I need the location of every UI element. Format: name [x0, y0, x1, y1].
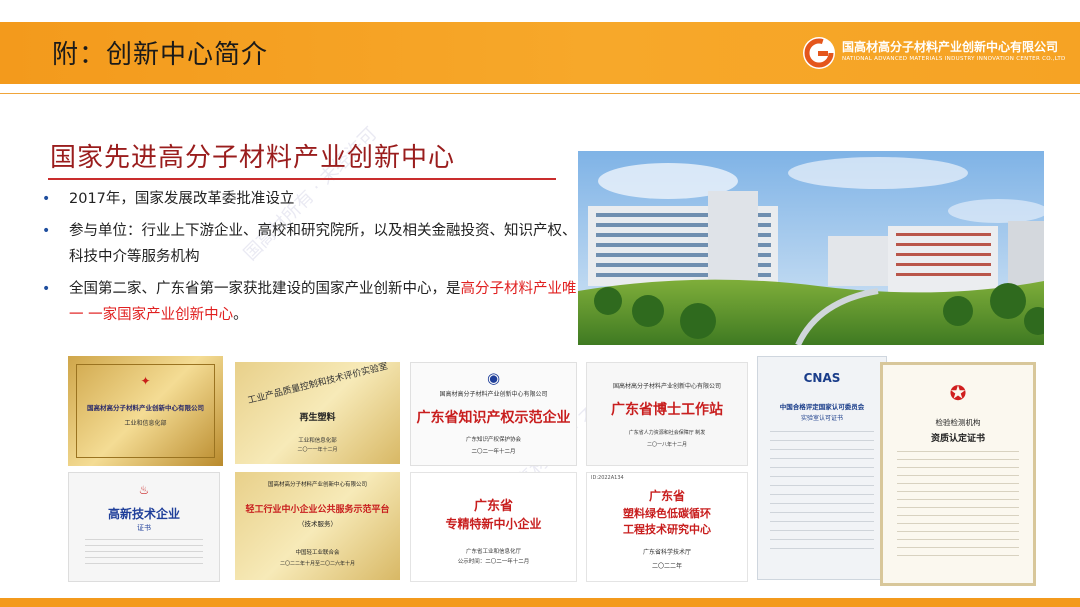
plaque-issuer: 工业和信息化部	[298, 438, 337, 444]
bullet-text: 2017年，国家发展改革委批准设立	[69, 191, 295, 207]
logo-chinese-name: 国高材高分子材料产业创新中心有限公司	[842, 40, 1059, 54]
bullet-text-end: 。	[233, 307, 248, 323]
cert-org: 国高材高分子材料产业创新中心有限公司	[439, 391, 548, 398]
cert-line1: 广东省	[648, 489, 685, 503]
company-logo: 国高材高分子材料产业创新中心有限公司 NATIONAL ADVANCED MAT…	[802, 36, 1065, 72]
cert-issuer: 广东省人力资源和社会保障厅 制发	[628, 430, 706, 436]
cert-date: 二〇二一年十二月	[471, 449, 516, 455]
cert-org: 国高材高分子材料产业创新中心有限公司	[612, 383, 721, 390]
certificate-postdoc-station: 国高材高分子材料产业创新中心有限公司 广东省博士工作站 广东省人力资源和社会保障…	[586, 362, 748, 466]
cert-title: 高新技术企业	[107, 507, 180, 521]
bullet-dot-icon: •	[42, 191, 51, 207]
header-divider	[0, 93, 1080, 94]
cert-org: 国高材高分子材料产业创新中心有限公司	[267, 482, 367, 488]
cert-date: 二〇二二年	[651, 563, 682, 570]
cnas-brand: CNAS	[803, 371, 841, 385]
logo-english-name: NATIONAL ADVANCED MATERIALS INDUSTRY INN…	[842, 56, 1066, 62]
cert-issuer: 中国轻工业联合会	[295, 550, 340, 556]
cert-line2: 专精特新中小企业	[445, 517, 542, 531]
cert-body-lines	[85, 539, 203, 569]
cert-line1: 广东省	[473, 499, 513, 514]
certificate-hightech: ♨ 高新技术企业 证书	[68, 472, 220, 582]
badge-emblem-icon: ◉	[486, 369, 501, 387]
page-title: 附：创新中心简介	[52, 40, 269, 70]
title-underline	[48, 178, 556, 180]
section-title: 国家先进高分子材料产业创新中心	[50, 143, 456, 173]
cert-title: 轻工行业中小企业公共服务示范平台	[245, 505, 390, 515]
cert-issuer: 广东知识产权保护协会	[465, 437, 521, 443]
cert-date: 二〇二二年十月至二〇二六年十月	[279, 561, 355, 567]
cert-line3: 工程技术研究中心	[623, 523, 711, 536]
g-circle-logo-icon	[803, 37, 835, 69]
certificate-cnas: CNAS 中国合格评定国家认可委员会 实验室认可证书	[757, 356, 887, 580]
bullet-dot-icon: •	[42, 223, 51, 239]
header-bar: 附：创新中心简介 国高材高分子材料产业创新中心有限公司 NATIONAL ADV…	[0, 22, 1080, 84]
cma-line1: 检验检测机构	[935, 418, 981, 427]
cert-sub: 证书	[137, 524, 151, 532]
certificate-cma: ✪ 检验检测机构 资质认定证书	[880, 362, 1036, 586]
certificate-plaque-gold: ✦ 国高材高分子材料产业创新中心有限公司 工业和信息化部	[68, 356, 223, 466]
flame-emblem-icon: ♨	[138, 483, 150, 497]
national-emblem-icon: ✪	[949, 381, 967, 405]
cert-date: 公示时间：二〇二一年十二月	[457, 559, 530, 565]
bullet-list: • 2017年，国家发展改革委批准设立 • 参与单位：行业上下游企业、高校和研究…	[42, 186, 577, 334]
cert-issuer: 广东省科学技术厅	[642, 549, 691, 556]
certificate-ip-demo: ◉ 国高材高分子材料产业创新中心有限公司 广东省知识产权示范企业 广东知识产权保…	[410, 362, 577, 466]
bullet-item: • 全国第二家、广东省第一家获批建设的国家产业创新中心，是高分子材料产业唯一 一…	[42, 276, 577, 328]
cert-body-lines	[897, 451, 1019, 561]
certificate-lab-plaque: 工业产品质量控制和技术评价实验室 再生塑料 工业和信息化部 二〇一一年十二月	[235, 362, 400, 464]
plaque-emblem-icon: ✦	[140, 374, 151, 388]
cnas-line1: 中国合格评定国家认可委员会	[779, 403, 865, 411]
cert-body-lines	[770, 431, 874, 551]
cma-line2: 资质认定证书	[930, 434, 985, 444]
cert-sub: （技术服务）	[298, 520, 337, 528]
bullet-text: 全国第二家、广东省第一家获批建设的国家产业创新中心，是	[69, 281, 461, 297]
campus-photo	[578, 151, 1044, 345]
cert-date: 二〇一八年十二月	[646, 442, 687, 448]
bullet-text: 参与单位：行业上下游企业、高校和研究院所，以及相关金融投资、知识产权、科技中介等…	[69, 223, 577, 265]
cert-issuer: 广东省工业和信息化厅	[465, 549, 521, 555]
plaque-issuer: 工业和信息化部	[124, 420, 167, 427]
plaque-org: 国高材高分子材料产业创新中心有限公司	[87, 404, 204, 412]
cert-title: 广东省知识产权示范企业	[416, 410, 571, 426]
cert-line2: 塑料绿色低碳循环	[623, 507, 711, 520]
certificate-light-industry: 国高材高分子材料产业创新中心有限公司 轻工行业中小企业公共服务示范平台 （技术服…	[235, 472, 400, 580]
bullet-dot-icon: •	[42, 281, 51, 297]
bullet-item: • 2017年，国家发展改革委批准设立	[42, 186, 577, 212]
plaque-arc-title: 工业产品质量控制和技术评价实验室	[246, 362, 389, 407]
certificate-specialized-sme: 广东省 专精特新中小企业 广东省工业和信息化厅 公示时间：二〇二一年十二月	[410, 472, 577, 582]
bullet-item: • 参与单位：行业上下游企业、高校和研究院所，以及相关金融投资、知识产权、科技中…	[42, 218, 577, 270]
cert-title: 广东省博士工作站	[611, 402, 723, 418]
cert-id: ID:2022A134	[591, 475, 624, 481]
plaque-name: 再生塑料	[299, 413, 336, 423]
plaque-date: 二〇一一年十二月	[297, 447, 338, 453]
certificate-engineering-center: ID:2022A134 广东省 塑料绿色低碳循环 工程技术研究中心 广东省科学技…	[586, 472, 748, 582]
cnas-line2: 实验室认可证书	[800, 415, 843, 422]
footer-bar	[0, 598, 1080, 607]
